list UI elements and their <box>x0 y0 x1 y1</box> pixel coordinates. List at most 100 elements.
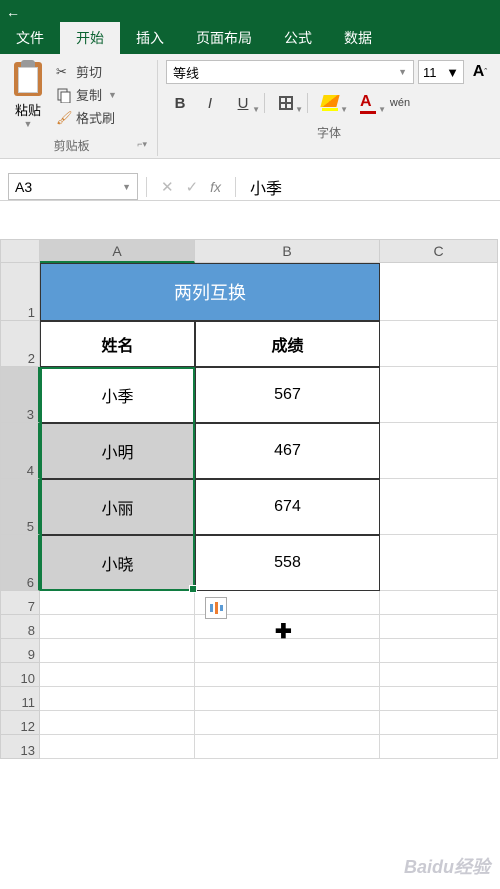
row-header-10[interactable]: 10 <box>0 663 40 687</box>
scissors-icon: ✂ <box>56 64 72 80</box>
cell-b13[interactable] <box>195 735 380 759</box>
tab-data[interactable]: 数据 <box>328 22 388 54</box>
border-icon <box>279 96 293 110</box>
tab-layout[interactable]: 页面布局 <box>180 22 268 54</box>
cell-a5[interactable]: 小丽 <box>40 479 195 535</box>
cell-a4[interactable]: 小明 <box>40 423 195 479</box>
cell-c5[interactable] <box>380 479 498 535</box>
select-all-corner[interactable] <box>0 239 40 263</box>
ribbon: 粘贴 ▼ ✂ 剪切 复制▼ 🖌 格式刷 ⌐▾ 剪贴板 <box>0 54 500 159</box>
cell-title[interactable]: 两列互换 <box>40 263 380 321</box>
cell-a12[interactable] <box>40 711 195 735</box>
copy-icon <box>56 87 72 103</box>
font-group-label: 字体 <box>166 116 492 143</box>
font-size-select[interactable]: 11▼ <box>418 60 464 84</box>
cell-c8[interactable] <box>380 615 498 639</box>
cell-c2[interactable] <box>380 321 498 367</box>
tab-home[interactable]: 开始 <box>60 22 120 54</box>
name-box[interactable]: A3▼ <box>8 173 138 200</box>
row-header-2[interactable]: 2 <box>0 321 40 367</box>
spreadsheet-grid[interactable]: A B C 1 两列互换 2 姓名 成绩 3 小季 567 4 小明 467 5… <box>0 239 500 759</box>
back-icon[interactable]: ← <box>6 4 20 20</box>
row-header-8[interactable]: 8 <box>0 615 40 639</box>
col-header-a[interactable]: A <box>40 239 195 263</box>
ribbon-tabs: 文件 开始 插入 页面布局 公式 数据 <box>0 24 500 54</box>
cell-b6[interactable]: 558 <box>195 535 380 591</box>
cell-b2[interactable]: 成绩 <box>195 321 380 367</box>
cell-a9[interactable] <box>40 639 195 663</box>
tab-insert[interactable]: 插入 <box>120 22 180 54</box>
font-family-select[interactable]: 等线▼ <box>166 60 414 84</box>
cell-c7[interactable] <box>380 591 498 615</box>
cursor-icon: ✚ <box>275 619 292 644</box>
font-color-button[interactable]: A▼ <box>350 90 386 116</box>
cell-a2[interactable]: 姓名 <box>40 321 195 367</box>
cell-c6[interactable] <box>380 535 498 591</box>
col-header-b[interactable]: B <box>195 239 380 263</box>
cell-c4[interactable] <box>380 423 498 479</box>
cut-button[interactable]: ✂ 剪切 <box>56 60 151 83</box>
cell-c9[interactable] <box>380 639 498 663</box>
clipboard-launcher-icon[interactable]: ⌐▾ <box>137 139 147 150</box>
cell-b5[interactable]: 674 <box>195 479 380 535</box>
clipboard-group-label: 剪贴板 <box>6 129 151 156</box>
font-color-icon: A <box>360 93 376 114</box>
fill-color-button[interactable]: ▼ <box>312 90 348 116</box>
italic-button[interactable]: I <box>196 90 224 116</box>
row-header-9[interactable]: 9 <box>0 639 40 663</box>
cut-label: 剪切 <box>76 62 102 81</box>
cell-a6[interactable]: 小晓 <box>40 535 195 591</box>
cell-b11[interactable] <box>195 687 380 711</box>
confirm-icon[interactable]: ✓ <box>186 178 199 196</box>
tab-file[interactable]: 文件 <box>0 22 60 54</box>
increase-font-button[interactable]: Aˆ <box>468 60 492 84</box>
border-button[interactable]: ▼ <box>269 90 303 116</box>
font-group: 等线▼ 11▼ Aˆ B I U▼ ▼ ▼ A▼ wén <box>158 60 500 156</box>
col-header-c[interactable]: C <box>380 239 498 263</box>
fx-icon[interactable]: fx <box>210 179 221 195</box>
format-painter-button[interactable]: 🖌 格式刷 <box>56 106 151 129</box>
cell-b3[interactable]: 567 <box>195 367 380 423</box>
title-bar: ← <box>0 0 500 24</box>
increase-font-icon: A <box>473 63 485 81</box>
cell-a13[interactable] <box>40 735 195 759</box>
paste-button[interactable]: 粘贴 ▼ <box>6 60 50 129</box>
cell-a11[interactable] <box>40 687 195 711</box>
row-header-11[interactable]: 11 <box>0 687 40 711</box>
cell-c13[interactable] <box>380 735 498 759</box>
row-header-7[interactable]: 7 <box>0 591 40 615</box>
cell-c3[interactable] <box>380 367 498 423</box>
cell-c1[interactable] <box>380 263 498 321</box>
tab-formula[interactable]: 公式 <box>268 22 328 54</box>
row-header-6[interactable]: 6 <box>0 535 40 591</box>
row-header-4[interactable]: 4 <box>0 423 40 479</box>
row-header-5[interactable]: 5 <box>0 479 40 535</box>
cancel-icon[interactable]: ✕ <box>161 178 174 196</box>
cell-c11[interactable] <box>380 687 498 711</box>
cell-b10[interactable] <box>195 663 380 687</box>
row-header-1[interactable]: 1 <box>0 263 40 321</box>
paste-icon <box>11 60 45 98</box>
row-header-3[interactable]: 3 <box>0 367 40 423</box>
cell-a10[interactable] <box>40 663 195 687</box>
row-header-12[interactable]: 12 <box>0 711 40 735</box>
bucket-icon <box>322 95 338 111</box>
name-box-value: A3 <box>15 179 32 195</box>
quick-analysis-icon[interactable] <box>205 597 227 619</box>
phonetic-button[interactable]: wén <box>388 90 412 116</box>
cell-c12[interactable] <box>380 711 498 735</box>
copy-button[interactable]: 复制▼ <box>56 83 151 106</box>
cell-a3[interactable]: 小季 <box>40 367 195 423</box>
brush-icon: 🖌 <box>56 110 72 126</box>
cell-a7[interactable] <box>40 591 195 615</box>
cell-b4[interactable]: 467 <box>195 423 380 479</box>
cell-b12[interactable] <box>195 711 380 735</box>
row-header-13[interactable]: 13 <box>0 735 40 759</box>
bold-button[interactable]: B <box>166 90 194 116</box>
cell-a8[interactable] <box>40 615 195 639</box>
clipboard-group: 粘贴 ▼ ✂ 剪切 复制▼ 🖌 格式刷 ⌐▾ 剪贴板 <box>0 60 158 156</box>
underline-button[interactable]: U▼ <box>226 90 260 116</box>
formula-input[interactable] <box>240 173 500 200</box>
formula-bar: A3▼ ✕ ✓ fx <box>0 173 500 201</box>
cell-c10[interactable] <box>380 663 498 687</box>
